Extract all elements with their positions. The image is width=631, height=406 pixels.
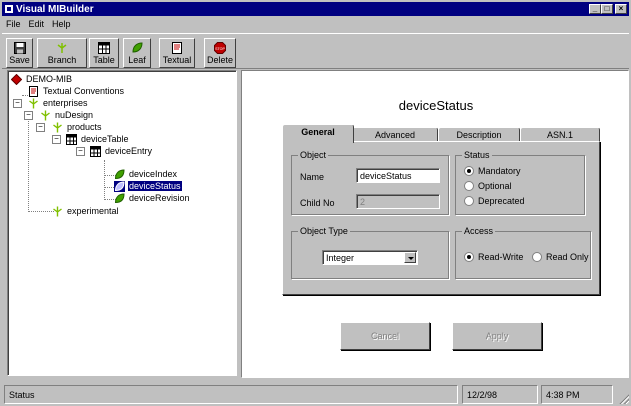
branch-icon xyxy=(53,206,62,216)
close-button[interactable]: × xyxy=(615,4,627,14)
child-no-field: 2 xyxy=(356,194,440,209)
title-bar: Visual MIBuilder _ □ × xyxy=(2,2,629,16)
textual-button[interactable]: Textual xyxy=(159,38,195,68)
textual-document-icon xyxy=(172,42,182,54)
status-deprecated-radio[interactable]: Deprecated xyxy=(464,196,525,206)
collapse-toggle[interactable]: − xyxy=(24,111,33,120)
tree-node[interactable]: experimental xyxy=(52,205,120,217)
menu-file[interactable]: File xyxy=(2,19,25,29)
collapse-toggle[interactable]: − xyxy=(36,123,45,132)
menu-help[interactable]: Help xyxy=(48,19,75,29)
object-heading: deviceStatus xyxy=(398,98,474,113)
save-button[interactable]: Save xyxy=(6,38,33,68)
delete-button[interactable]: STOP Delete xyxy=(204,38,236,68)
tree-node[interactable]: deviceEntry xyxy=(90,145,153,157)
leaf-button[interactable]: Leaf xyxy=(123,38,151,68)
branch-icon xyxy=(57,43,67,53)
status-mandatory-radio[interactable]: Mandatory xyxy=(464,166,521,176)
access-read-only-radio[interactable]: Read Only xyxy=(532,252,589,262)
status-optional-radio[interactable]: Optional xyxy=(464,181,512,191)
tree-node[interactable]: deviceIndex xyxy=(114,168,178,180)
general-tab-panel: Object Name deviceStatus Child No 2 Stat… xyxy=(282,141,600,295)
module-icon xyxy=(11,73,22,85)
chevron-down-icon[interactable] xyxy=(404,252,416,263)
object-type-group: Object Type Integer xyxy=(291,226,449,279)
status-group: Status Mandatory Optional Deprecated xyxy=(455,150,585,215)
branch-icon xyxy=(53,122,62,132)
leaf-icon xyxy=(132,42,143,53)
name-label: Name xyxy=(300,172,325,182)
status-date: 12/2/98 xyxy=(462,385,538,404)
tree-node[interactable]: Textual Conventions xyxy=(28,85,125,97)
maximize-button[interactable]: □ xyxy=(601,4,613,14)
tree-node[interactable]: DEMO-MIB xyxy=(11,73,73,85)
access-group: Access Read-Write Read Only xyxy=(455,226,591,279)
access-read-write-radio[interactable]: Read-Write xyxy=(464,252,523,262)
floppy-disk-icon xyxy=(13,42,26,54)
toolbar: Save Branch Table Leaf Textual STOP Dele… xyxy=(2,33,629,69)
collapse-toggle[interactable]: − xyxy=(13,99,22,108)
name-field[interactable]: deviceStatus xyxy=(356,168,440,183)
tree-node[interactable]: deviceTable xyxy=(66,133,130,145)
tree-node[interactable]: products xyxy=(52,121,103,133)
window-controls: _ □ × xyxy=(589,4,627,14)
status-text: Status xyxy=(4,385,458,404)
object-group: Object Name deviceStatus Child No 2 xyxy=(291,150,449,215)
tree-node-selected[interactable]: deviceStatus xyxy=(114,180,182,192)
branch-icon xyxy=(41,110,50,120)
minimize-button[interactable]: _ xyxy=(589,4,601,14)
table-icon xyxy=(90,145,101,157)
status-bar: Status 12/2/98 4:38 PM xyxy=(0,382,631,406)
window-title: Visual MIBuilder xyxy=(16,3,94,15)
table-icon xyxy=(66,133,77,145)
branch-button[interactable]: Branch xyxy=(37,38,87,68)
stop-sign-icon: STOP xyxy=(214,42,226,54)
svg-text:STOP: STOP xyxy=(215,47,225,51)
mib-tree-view[interactable]: DEMO-MIB Textual Conventions − enterpris… xyxy=(7,70,237,376)
table-icon xyxy=(98,42,110,54)
leaf-icon xyxy=(114,168,125,179)
tree-node[interactable]: nuDesign xyxy=(40,109,94,121)
resize-grip-icon[interactable] xyxy=(617,392,629,404)
leaf-icon xyxy=(114,192,125,203)
detail-pane: deviceStatus General Advanced Descriptio… xyxy=(241,70,629,378)
object-type-dropdown[interactable]: Integer xyxy=(322,250,418,265)
tree-node[interactable]: deviceRevision xyxy=(114,192,191,204)
branch-icon xyxy=(29,98,38,108)
app-icon[interactable] xyxy=(5,5,13,13)
menu-edit[interactable]: Edit xyxy=(25,19,49,29)
menu-bar: File Edit Help xyxy=(2,17,75,30)
status-time: 4:38 PM xyxy=(541,385,613,404)
apply-button[interactable]: Apply xyxy=(452,322,542,350)
collapse-toggle[interactable]: − xyxy=(76,147,85,156)
table-button[interactable]: Table xyxy=(89,38,119,68)
child-no-label: Child No xyxy=(300,198,335,208)
collapse-toggle[interactable]: − xyxy=(52,135,61,144)
document-icon xyxy=(29,85,38,97)
tab-general[interactable]: General xyxy=(282,124,354,143)
leaf-icon xyxy=(114,180,125,192)
tree-node[interactable]: enterprises xyxy=(28,97,89,109)
cancel-button[interactable]: Cancel xyxy=(340,322,430,350)
